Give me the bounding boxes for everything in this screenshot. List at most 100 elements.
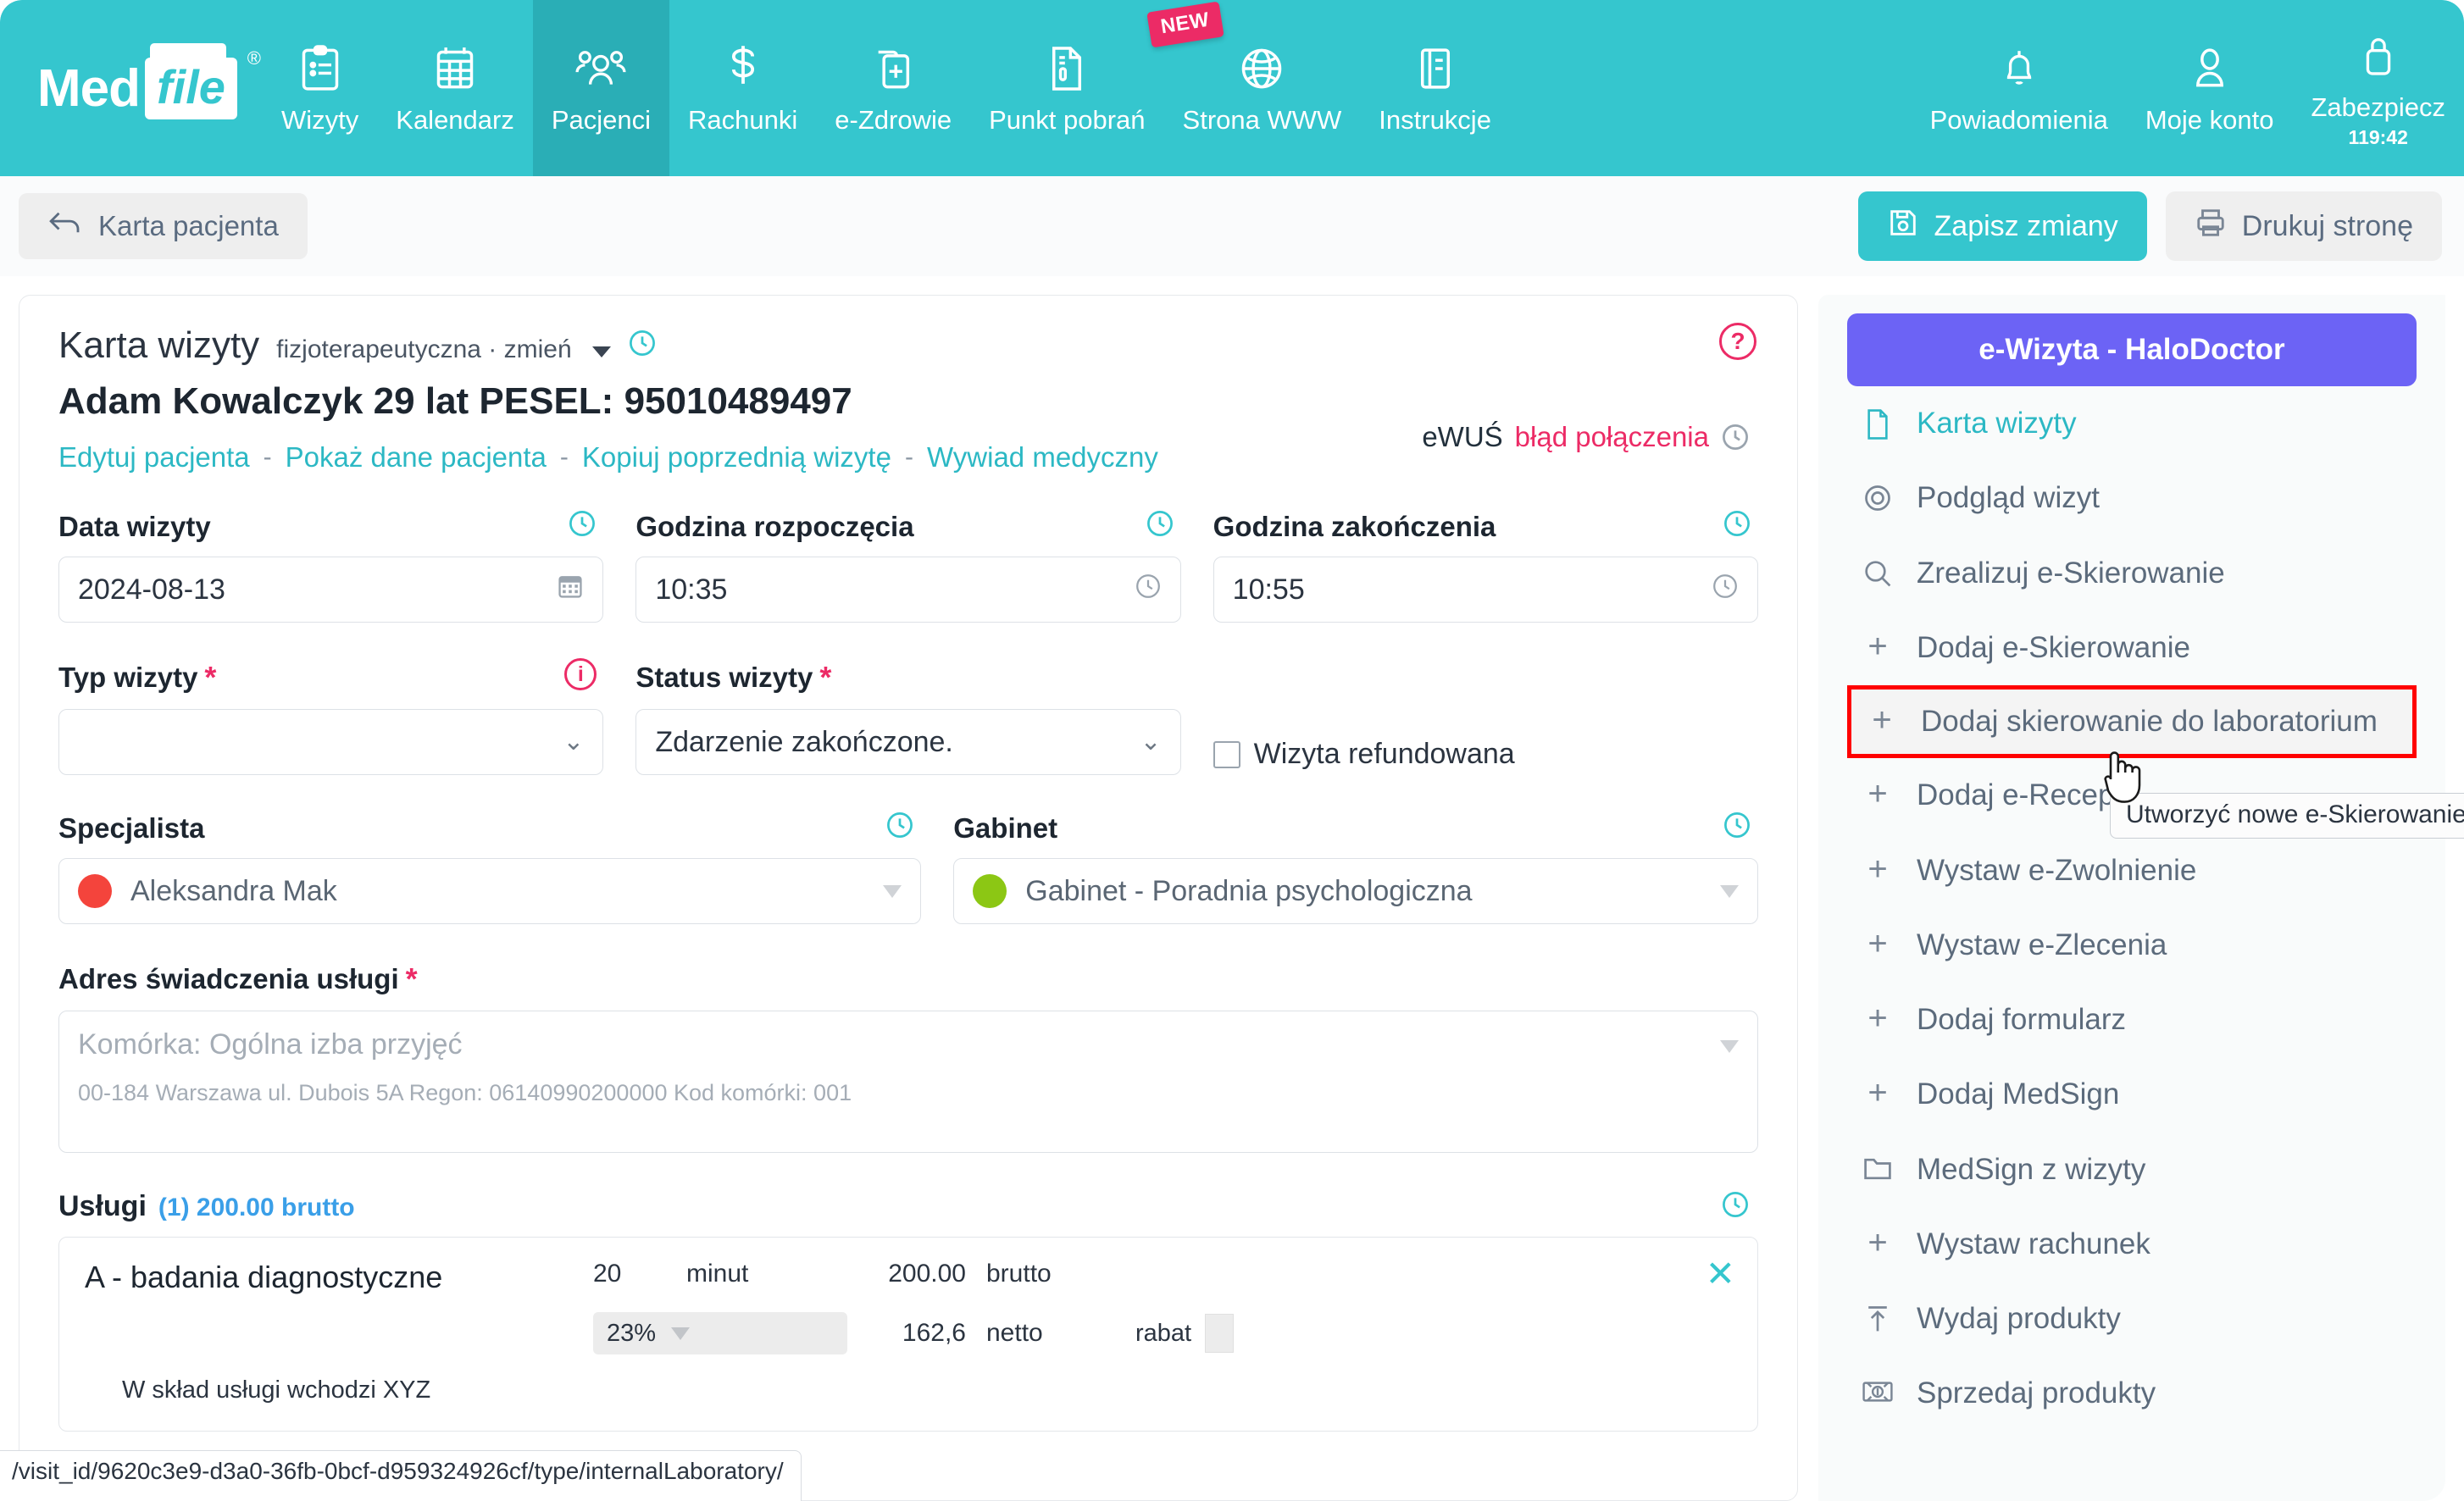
back-to-patient-card-button[interactable]: Karta pacjenta (19, 193, 308, 259)
visit-actions-sidebar: e-Wizyta - HaloDoctor Karta wizyty Podgl… (1818, 295, 2445, 1501)
visit-date-input[interactable]: 2024-08-13 (58, 557, 603, 623)
room-color-dot (973, 874, 1007, 908)
discount-label: rabat (1135, 1320, 1191, 1348)
vat-select[interactable]: 23% (593, 1312, 847, 1354)
vat-value: 23% (607, 1320, 656, 1348)
brand-logo[interactable]: Med file ® (0, 0, 263, 176)
sidebar-item-sprzedaj-produkty[interactable]: Sprzedaj produkty (1847, 1356, 2417, 1431)
remove-service-button[interactable]: ✕ (1706, 1256, 1735, 1292)
nav-item-strona-www[interactable]: NEW Strona WWW (1164, 0, 1361, 176)
sidebar-item-dodaj-formularz[interactable]: + Dodaj formularz (1847, 983, 2417, 1057)
sidebar-item-dodaj-skierowanie-do-laboratorium[interactable]: + Dodaj skierowanie do laboratorium (1847, 685, 2417, 758)
service-row: ✕ A - badania diagnostyczne 20 minut 200… (58, 1237, 1758, 1432)
sidebar-item-wystaw-rachunek[interactable]: + Wystaw rachunek (1847, 1207, 2417, 1282)
plus-icon: + (1861, 633, 1895, 660)
field-label: Godzina zakończenia (1213, 511, 1758, 543)
sidebar-item-zrealizuj-e-skierowanie[interactable]: Zrealizuj e-Skierowanie (1847, 536, 2417, 611)
ewizyta-halodoctor-button[interactable]: e-Wizyta - HaloDoctor (1847, 313, 2417, 386)
discount-input[interactable] (1205, 1314, 1234, 1353)
services-history-icon[interactable] (1721, 1190, 1750, 1219)
specialist-history-icon[interactable] (885, 811, 914, 839)
start-time-input[interactable]: 10:35 (635, 557, 1180, 623)
bell-icon (1998, 41, 2040, 93)
service-duration-unit: minut (686, 1260, 847, 1288)
form-row-datetime: Data wizyty 2024-08-13 (58, 511, 1758, 623)
service-gross-value[interactable]: 200.00 (847, 1260, 966, 1288)
specialist-color-dot (78, 874, 112, 908)
nav-item-rachunki[interactable]: Rachunki (669, 0, 816, 176)
sidebar-item-label: Dodaj e-Receptę (1917, 778, 2139, 812)
end-time-input[interactable]: 10:55 (1213, 557, 1758, 623)
sidebar-item-label: Wystaw e-Zwolnienie (1917, 854, 2196, 888)
nav-item-wizyty[interactable]: Wizyty (263, 0, 377, 176)
sidebar-item-label: Zrealizuj e-Skierowanie (1917, 557, 2225, 590)
nav-item-punkt-pobran[interactable]: Punkt pobrań (970, 0, 1163, 176)
required-marker: * (819, 660, 831, 695)
header-actions: Zapisz zmiany Drukuj stronę (1858, 191, 2442, 261)
nav-label: e-Zdrowie (835, 105, 952, 136)
sidebar-item-karta-wizyty[interactable]: Karta wizyty (1847, 386, 2417, 461)
chevron-down-icon (671, 1327, 690, 1340)
link-copy-previous-visit[interactable]: Kopiuj poprzednią wizytę (582, 441, 891, 474)
sidebar-item-dodaj-e-skierowanie[interactable]: + Dodaj e-Skierowanie (1847, 611, 2417, 685)
address-select[interactable]: Komórka: Ogólna izba przyjęć 00-184 Wars… (58, 1011, 1758, 1153)
save-button[interactable]: Zapisz zmiany (1858, 191, 2147, 261)
field-specialist: Specjalista Aleksandra Mak (58, 812, 921, 924)
sidebar-item-wystaw-e-zlecenia[interactable]: + Wystaw e-Zlecenia (1847, 908, 2417, 983)
refunded-checkbox-row[interactable]: Wizyta refundowana (1213, 738, 1758, 771)
visit-status-select[interactable]: Zdarzenie zakończone. ⌄ (635, 709, 1180, 775)
refunded-checkbox[interactable] (1213, 741, 1240, 768)
service-discount: rabat (1135, 1314, 1234, 1353)
visit-type-info-icon[interactable]: i (564, 658, 597, 690)
print-button[interactable]: Drukuj stronę (2166, 191, 2442, 261)
room-select[interactable]: Gabinet - Poradnia psychologiczna (953, 858, 1758, 924)
nav-item-instrukcje[interactable]: Instrukcje (1360, 0, 1510, 176)
nav-item-ezdrowie[interactable]: e-Zdrowie (816, 0, 970, 176)
end-time-history-icon[interactable] (1723, 509, 1751, 538)
visit-type-subtitle[interactable]: fizjoterapeutyczna · zmień (276, 335, 572, 364)
card-title-row: Karta wizyty fizjoterapeutyczna · zmień (58, 324, 1758, 367)
sidebar-item-wystaw-e-zwolnienie[interactable]: + Wystaw e-Zwolnienie (1847, 834, 2417, 908)
visit-date-history-icon[interactable] (568, 509, 597, 538)
nav-item-kalendarz[interactable]: Kalendarz (377, 0, 533, 176)
service-net-value: 162,6 (847, 1319, 966, 1348)
nav-item-powiadomienia[interactable]: Powiadomienia (1912, 0, 2127, 176)
nav-item-moje-konto[interactable]: Moje konto (2127, 0, 2293, 176)
sidebar-item-dodaj-medsign[interactable]: + Dodaj MedSign (1847, 1057, 2417, 1132)
time-picker-icon[interactable] (1135, 573, 1162, 607)
start-time-history-icon[interactable] (1146, 509, 1174, 538)
visit-type-select[interactable]: ⌄ (58, 709, 603, 775)
field-label: Specjalista (58, 812, 921, 845)
form-row-address: Adres świadczenia usługi * Komórka: Ogól… (58, 961, 1758, 1153)
page-title: Karta wizyty (58, 324, 259, 367)
save-disk-icon (1887, 207, 1919, 246)
chevron-down-icon[interactable] (592, 346, 611, 357)
nav-item-zabezpiecz[interactable]: Zabezpiecz 119:42 (2292, 0, 2464, 176)
link-show-patient-data[interactable]: Pokaż dane pacjenta (286, 441, 547, 474)
sidebar-item-medsign-z-wizyty[interactable]: MedSign z wizyty (1847, 1133, 2417, 1207)
ewus-clock-icon[interactable] (1721, 423, 1750, 451)
form-row-specialist-room: Specjalista Aleksandra Mak Gabinet (58, 812, 1758, 924)
sidebar-item-wydaj-produkty[interactable]: Wydaj produkty (1847, 1282, 2417, 1356)
time-picker-icon[interactable] (1712, 573, 1739, 607)
brand-file-box: file ® (145, 58, 237, 119)
calendar-picker-icon[interactable] (557, 573, 584, 607)
nav-item-pacjenci[interactable]: Pacjenci (533, 0, 669, 176)
help-icon[interactable]: ? (1719, 323, 1756, 360)
nav-label: Kalendarz (396, 105, 514, 136)
required-marker: * (406, 961, 418, 997)
history-clock-icon[interactable] (628, 329, 657, 357)
chevron-down-icon (883, 885, 902, 898)
specialist-select[interactable]: Aleksandra Mak (58, 858, 921, 924)
link-edit-patient[interactable]: Edytuj pacjenta (58, 441, 250, 474)
start-time-value: 10:35 (655, 573, 1134, 606)
ewus-label: eWUŚ (1422, 421, 1502, 453)
sidebar-item-podglad-wizyt[interactable]: Podgląd wizyt (1847, 461, 2417, 535)
link-medical-interview[interactable]: Wywiad medyczny (927, 441, 1158, 474)
link-separator: - (264, 443, 272, 472)
plus-icon: + (1861, 856, 1895, 883)
service-duration[interactable]: 20 (593, 1260, 686, 1288)
room-history-icon[interactable] (1723, 811, 1751, 839)
sidebar-item-label: Wystaw rachunek (1917, 1227, 2150, 1261)
save-label: Zapisz zmiany (1934, 210, 2118, 243)
